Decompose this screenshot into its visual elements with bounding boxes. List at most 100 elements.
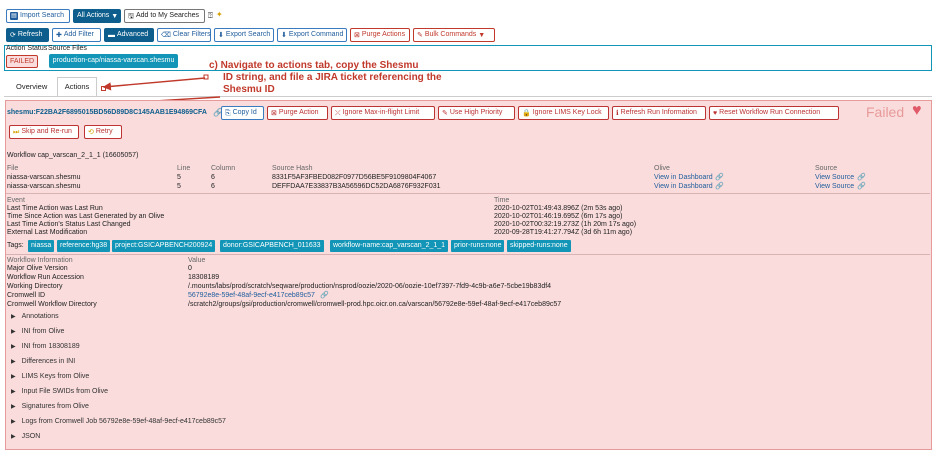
export-command-button[interactable]: ⬇ Export Command <box>277 28 347 42</box>
tag-pill[interactable]: skipped-runs:none <box>507 240 571 252</box>
status-badge[interactable]: FAILED <box>6 55 38 68</box>
expand-icon: ▶ <box>11 404 16 410</box>
tab-overview[interactable]: Overview <box>16 82 47 91</box>
action-panel <box>5 100 932 450</box>
export-search-button[interactable]: ⬇ Export Search <box>214 28 274 42</box>
workflow-info-header: Workflow Information <box>7 257 73 264</box>
caret-down-icon: ▼ <box>478 31 486 39</box>
file-column: 6 <box>211 174 215 181</box>
section-lims-keys[interactable]: ▶ LIMS Keys from Olive <box>11 373 89 380</box>
help-icon[interactable]: ⍰ <box>208 11 213 21</box>
clear-filters-label: Clear Filters <box>172 31 211 38</box>
add-to-my-searches-button[interactable]: 🖫 Add to My Searches <box>124 9 205 23</box>
ignore-lims-key-lock-button[interactable]: 🔒 Ignore LIMS Key Lock <box>518 106 609 120</box>
files-header-column: Column <box>211 165 236 172</box>
ignore-lims-key-lock-label: Ignore LIMS Key Lock <box>532 109 602 116</box>
copy-id-button[interactable]: ⎘ Copy Id <box>221 106 264 120</box>
skip-icon: ⤫ <box>335 109 341 117</box>
col-source-files: Source Files <box>48 45 87 52</box>
bee-icon: ✦ <box>216 10 223 19</box>
refresh-button[interactable]: ⟳ Refresh <box>6 28 49 42</box>
section-logs[interactable]: ▶ Logs from Cromwell Job 56792e8e-59ef-4… <box>11 418 226 425</box>
view-in-dashboard-link[interactable]: View in Dashboard <box>654 183 713 190</box>
annotation-line: c) Navigate to actions tab, copy the She… <box>209 60 419 71</box>
export-search-label: Export Search <box>225 31 271 38</box>
expand-icon: ▶ <box>11 419 16 425</box>
pencil-icon: ✎ <box>442 109 448 117</box>
workflow-value-header: Value <box>188 257 206 264</box>
view-source-link[interactable]: View Source <box>815 174 854 181</box>
purge-action-button[interactable]: ⊠ Purge Action <box>267 106 328 120</box>
pencil-icon: ✎ <box>417 31 423 39</box>
workflow-title: Workflow cap_varscan_2_1_1 (16605057) <box>7 152 139 159</box>
file-hash: 8331F5AF3FBED082F0977D56BE5F9109804F4067 <box>272 174 437 181</box>
link-icon[interactable]: 🔗 <box>857 173 866 181</box>
reset-workflow-conn-button[interactable]: ♥ Reset Workflow Run Connection <box>709 106 839 120</box>
link-icon[interactable]: 🔗 <box>715 173 724 181</box>
tag-pill[interactable]: niassa <box>28 240 55 252</box>
link-icon[interactable]: 🔗 <box>320 291 329 299</box>
advanced-label: Advanced <box>117 31 149 38</box>
expand-icon: ▶ <box>11 434 16 440</box>
tab-actions[interactable]: Actions <box>57 77 97 97</box>
ignore-max-inflight-label: Ignore Max-in-flight Limit <box>342 109 420 116</box>
link-icon[interactable]: 🔗 <box>857 182 866 190</box>
link-icon[interactable]: 🔗 <box>715 182 724 190</box>
refresh-icon: ⟳ <box>10 31 16 39</box>
refresh-run-info-button[interactable]: ℹ Refresh Run Information <box>612 106 706 120</box>
skip-and-rerun-button[interactable]: ⏭ Skip and Re-run <box>9 125 79 139</box>
event-name: Last Time Action was Last Run <box>7 205 103 212</box>
caret-down-icon: ▼ <box>111 12 119 20</box>
download-icon: ⬇ <box>281 31 287 39</box>
refresh-label: Refresh <box>17 31 43 38</box>
purge-actions-button[interactable]: ⊠ Purge Actions <box>350 28 410 42</box>
section-label: INI from Olive <box>21 328 65 335</box>
purge-action-label: Purge Action <box>278 109 319 116</box>
tag-pill[interactable]: prior-runs:none <box>451 240 505 252</box>
tag-pill[interactable]: reference:hg38 <box>57 240 111 252</box>
tag-pill[interactable]: workflow-name:cap_varscan_2_1_1 <box>330 240 449 252</box>
section-ini-from-accession[interactable]: ▶ INI from 18308189 <box>11 343 80 350</box>
cromwell-id-link[interactable]: 56792e8e-59ef-48af-9ecf-e417ceb89c57 <box>188 292 315 299</box>
divider <box>6 254 930 255</box>
section-json[interactable]: ▶ JSON <box>11 433 40 440</box>
view-source-link[interactable]: View Source <box>815 183 854 190</box>
section-signatures[interactable]: ▶ Signatures from Olive <box>11 403 89 410</box>
all-actions-dropdown[interactable]: All Actions ▼ <box>73 9 121 23</box>
source-file-pill[interactable]: production-cap/niassa-varscan.shesmu <box>49 54 178 68</box>
advanced-button[interactable]: ▬ Advanced <box>104 28 154 42</box>
all-actions-label: All Actions <box>77 12 110 19</box>
section-input-file-swids[interactable]: ▶ Input File SWIDs from Olive <box>11 388 108 395</box>
retry-button[interactable]: ⟲ Retry <box>84 125 122 139</box>
shesmu-id[interactable]: shesmu:F22BA2F6895015BD56D89D8C145AAB1E9… <box>7 109 207 116</box>
clear-filters-button[interactable]: ⌫ Clear Filters <box>157 28 211 42</box>
use-high-priority-button[interactable]: ✎ Use High Priority <box>438 106 515 120</box>
add-filter-button[interactable]: ✚ Add Filter <box>52 28 101 42</box>
bulk-commands-dropdown[interactable]: ✎ Bulk Commands ▼ <box>413 28 495 42</box>
use-high-priority-label: Use High Priority <box>449 109 503 116</box>
annotation-text: c) Navigate to actions tab, copy the She… <box>209 60 442 96</box>
tag-pill[interactable]: project:GSICAPBENCH200924 <box>112 240 216 252</box>
status-value: FAILED <box>9 58 35 65</box>
section-ini-from-olive[interactable]: ▶ INI from Olive <box>11 328 64 335</box>
section-label: Logs from Cromwell Job 56792e8e-59ef-48a… <box>21 418 226 425</box>
view-in-dashboard-link[interactable]: View in Dashboard <box>654 174 713 181</box>
purge-icon: ⊠ <box>271 109 277 117</box>
tag-pill[interactable]: donor:GSICAPBENCH_011633 <box>220 240 324 252</box>
files-header-line: Line <box>177 165 191 172</box>
add-to-my-searches-label: Add to My Searches <box>135 12 199 19</box>
download-icon: ⬇ <box>218 31 224 39</box>
import-search-button[interactable]: ▤ Import Search <box>6 9 70 23</box>
info-key: Major Olive Version <box>7 265 68 272</box>
section-label: INI from 18308189 <box>21 343 80 350</box>
section-annotations[interactable]: ▶ Annotations <box>11 313 59 320</box>
sliders-icon: ▬ <box>108 31 115 39</box>
info-value: 0 <box>188 265 192 272</box>
copy-id-label: Copy Id <box>232 109 257 116</box>
ignore-max-inflight-button[interactable]: ⤫ Ignore Max-in-flight Limit <box>331 106 435 120</box>
file-name: niassa-varscan.shesmu <box>7 174 81 181</box>
section-differences-in-ini[interactable]: ▶ Differences in INI <box>11 358 75 365</box>
marker-box <box>101 86 106 91</box>
files-header-file: File <box>7 165 19 172</box>
purge-actions-label: Purge Actions <box>361 31 406 38</box>
